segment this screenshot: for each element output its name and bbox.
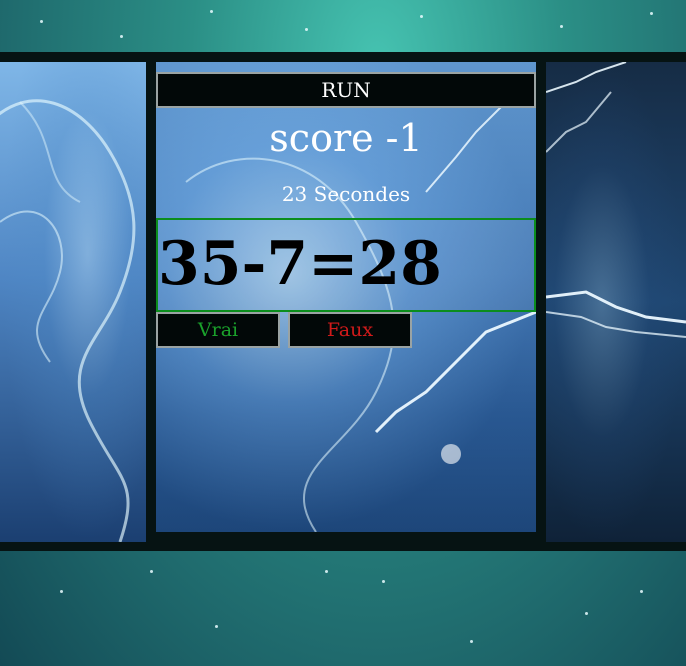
star <box>420 15 423 18</box>
star <box>210 10 213 13</box>
vrai-button[interactable]: Vrai <box>156 312 280 348</box>
star <box>470 640 473 643</box>
star <box>650 12 653 15</box>
left-brain-panel <box>0 62 146 542</box>
faux-button[interactable]: Faux <box>288 312 412 348</box>
star <box>40 20 43 23</box>
game-panel: RUN score -1 23 Secondes 35-7=28 Vrai Fa… <box>156 62 536 532</box>
right-lightning-panel <box>546 62 686 542</box>
star <box>120 35 123 38</box>
run-button[interactable]: RUN <box>156 72 536 108</box>
star <box>560 25 563 28</box>
star <box>305 28 308 31</box>
star <box>640 590 643 593</box>
brain-texture <box>0 99 136 542</box>
lightning-texture <box>546 62 686 338</box>
equation-text: 35-7=28 <box>158 229 442 299</box>
star <box>215 625 218 628</box>
star <box>585 612 588 615</box>
equation-box: 35-7=28 <box>156 218 536 312</box>
score-display: score -1 <box>269 116 423 160</box>
star <box>150 570 153 573</box>
star <box>60 590 63 593</box>
star <box>325 570 328 573</box>
timer-display: 23 Secondes <box>281 182 411 206</box>
star <box>382 580 385 583</box>
